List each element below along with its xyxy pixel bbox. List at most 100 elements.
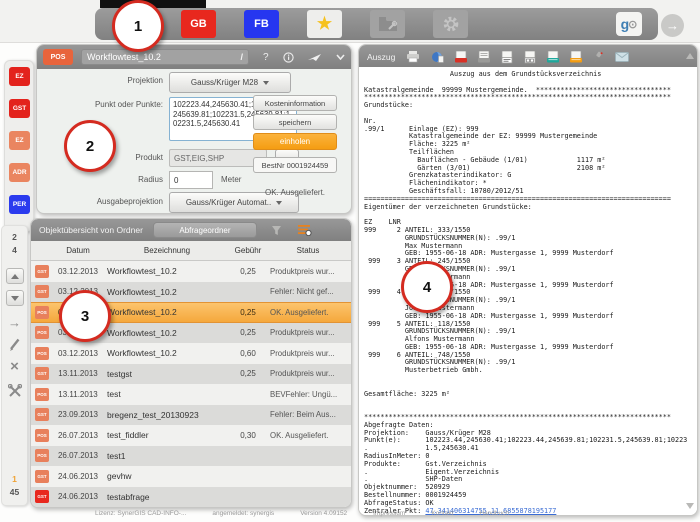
row-bezeichnung: testabfrage bbox=[107, 491, 150, 502]
row-status: Produktpreis wur... bbox=[270, 348, 335, 358]
row-status: Produktpreis wur... bbox=[270, 369, 335, 379]
col-header-bezeichnung[interactable]: Bezeichnung bbox=[103, 246, 231, 255]
tools-icon[interactable] bbox=[2, 384, 27, 398]
rail-button-gst[interactable]: GST bbox=[9, 99, 30, 118]
pin-icon[interactable] bbox=[593, 51, 604, 63]
row-bezeichnung: Workflowtest_10.2 bbox=[107, 327, 177, 338]
edit-pencil-icon[interactable] bbox=[2, 338, 27, 351]
calendar-export-2-icon[interactable] bbox=[524, 50, 536, 64]
table-row[interactable]: POS 03.12.2013 Workflowtest_10.2 0,60 Pr… bbox=[31, 343, 351, 364]
csv-export-icon[interactable] bbox=[570, 50, 583, 64]
scroll-down-button[interactable] bbox=[6, 290, 24, 306]
row-type-badge: GST bbox=[35, 367, 49, 381]
ausgabeprojektion-value: Gauss/Krüger Automat.. bbox=[185, 198, 272, 207]
row-status: Fehler: Beim Aus... bbox=[270, 410, 336, 420]
row-status: OK. Ausgeliefert. bbox=[270, 430, 329, 440]
star-icon: ★ bbox=[316, 14, 333, 33]
edit-pencil-icon[interactable]: / bbox=[240, 52, 243, 62]
footer-kontakt-link[interactable]: Kontakt bbox=[431, 510, 453, 517]
row-status: OK. Ausgeliefert. bbox=[270, 307, 329, 317]
kosteninformation-button[interactable]: Kosteninformation bbox=[253, 95, 337, 111]
row-type-badge: POS bbox=[35, 326, 49, 340]
go-logo-button[interactable]: g ⊙ bbox=[616, 12, 642, 36]
table-row[interactable]: GST 23.09.2013 bregenz_test_20130923 Feh… bbox=[31, 404, 351, 425]
triangle-up-icon bbox=[11, 273, 19, 279]
sort-settings-icon[interactable] bbox=[297, 224, 312, 236]
open-arrow-icon[interactable]: → bbox=[2, 316, 27, 330]
abfrageordner-button[interactable]: Abfrageordner bbox=[152, 222, 257, 238]
calendar-export-1-icon[interactable] bbox=[501, 50, 513, 64]
nav-arrow-button[interactable]: → bbox=[661, 14, 684, 37]
scrollbar-down-icon[interactable] bbox=[686, 503, 694, 509]
table-row[interactable]: POS 26.07.2013 test1 bbox=[31, 445, 351, 466]
rail-button-ez1[interactable]: EZ bbox=[9, 67, 30, 86]
table-row[interactable]: GST 03.12.2013 Workflowtest_10.2 0,25 Pr… bbox=[31, 261, 351, 282]
workflow-name-input[interactable]: Workflowtest_10.2 / bbox=[81, 49, 249, 65]
footer-logged-in: angemeldet: synergis bbox=[212, 510, 275, 517]
projektion-label: Projektion bbox=[127, 76, 163, 85]
go-logo-o: ⊙ bbox=[628, 18, 638, 31]
row-gebuehr: 0,30 bbox=[240, 430, 256, 440]
table-row[interactable]: GST 13.11.2013 testgst 0,25 Produktpreis… bbox=[31, 363, 351, 384]
row-gebuehr: 0,25 bbox=[240, 266, 256, 276]
row-type-badge: POS bbox=[35, 305, 49, 319]
folder-tools-icon bbox=[378, 17, 397, 31]
pdf-export-icon[interactable] bbox=[455, 50, 468, 64]
row-bezeichnung: test bbox=[107, 389, 121, 400]
table-row[interactable]: POS 26.07.2013 test_fiddler 0,30 OK. Aus… bbox=[31, 425, 351, 446]
footer-license: Lizenz: SynerGIS CAD-INFO-... bbox=[95, 510, 187, 517]
row-bezeichnung: Workflowtest_10.2 bbox=[107, 307, 177, 318]
fb-button[interactable]: FB bbox=[244, 10, 279, 38]
globe-export-icon[interactable] bbox=[431, 51, 445, 63]
meter-label: Meter bbox=[221, 175, 242, 184]
footer-bar: Lizenz: SynerGIS CAD-INFO-... angemeldet… bbox=[95, 510, 655, 517]
table-row[interactable]: GST 24.06.2013 testabfrage bbox=[31, 486, 351, 507]
filter-funnel-icon[interactable] bbox=[271, 225, 282, 236]
info-icon[interactable] bbox=[282, 51, 294, 63]
item-count-total: 45 bbox=[9, 487, 20, 497]
row-status: Fehler: Nicht gef... bbox=[270, 287, 334, 297]
speichern-button[interactable]: speichern bbox=[253, 114, 337, 130]
delete-x-icon[interactable]: × bbox=[2, 359, 27, 374]
radius-label: Radius bbox=[138, 175, 163, 184]
einholen-button[interactable]: einholen bbox=[253, 133, 337, 150]
rail-count-top-1: 2 bbox=[12, 232, 17, 242]
folder-tools-button[interactable] bbox=[370, 10, 405, 38]
dropdown-caret-icon bbox=[276, 200, 283, 205]
footer-impressum-link[interactable]: Impressum bbox=[373, 510, 405, 517]
rail-button-ez2[interactable]: EZ bbox=[9, 131, 30, 150]
row-type-badge: GST bbox=[35, 469, 49, 483]
scroll-up-button[interactable] bbox=[6, 268, 24, 284]
gb-button[interactable]: GB bbox=[181, 10, 216, 38]
rail-button-per[interactable]: PER bbox=[9, 195, 30, 214]
row-gebuehr: 0,60 bbox=[240, 348, 256, 358]
row-gebuehr: 0,25 bbox=[240, 307, 256, 317]
send-plane-icon[interactable] bbox=[307, 53, 322, 62]
print-icon[interactable] bbox=[406, 51, 420, 63]
row-type-badge: GST bbox=[35, 408, 49, 422]
collapse-chevron-icon[interactable] bbox=[335, 54, 345, 60]
settings-button[interactable] bbox=[433, 10, 468, 38]
main-toolbar: BEV GB FB ★ g⊙ bbox=[95, 8, 658, 40]
help-icon[interactable]: ? bbox=[263, 52, 269, 63]
footer-handbuch-link[interactable]: Handbuch bbox=[479, 510, 509, 517]
scrollbar-up-icon[interactable] bbox=[686, 53, 694, 59]
table-row[interactable]: POS 13.11.2013 test BEVFehler: Ungü... bbox=[31, 384, 351, 405]
col-header-datum[interactable]: Datum bbox=[53, 246, 103, 255]
row-type-badge: GST bbox=[35, 490, 49, 504]
row-type-badge: POS bbox=[35, 387, 49, 401]
col-header-status[interactable]: Status bbox=[265, 246, 351, 255]
projektion-dropdown[interactable]: Gauss/Krüger M28 bbox=[169, 72, 291, 93]
row-bezeichnung: gevhw bbox=[107, 471, 132, 482]
col-header-gebuehr[interactable]: Gebühr bbox=[231, 246, 265, 255]
text-export-icon[interactable] bbox=[478, 50, 491, 64]
row-datum: 13.11.2013 bbox=[58, 369, 98, 379]
xls-export-icon[interactable] bbox=[547, 50, 560, 64]
table-row[interactable]: GST 24.06.2013 gevhw bbox=[31, 466, 351, 487]
ausgabeprojektion-label: Ausgabeprojektion bbox=[96, 197, 163, 206]
radius-input[interactable]: 0 bbox=[169, 171, 213, 189]
mail-icon[interactable] bbox=[615, 52, 630, 62]
row-datum: 03.12.2013 bbox=[57, 348, 99, 358]
rail-button-adr[interactable]: ADR bbox=[9, 163, 30, 182]
favorites-button[interactable]: ★ bbox=[307, 10, 342, 38]
